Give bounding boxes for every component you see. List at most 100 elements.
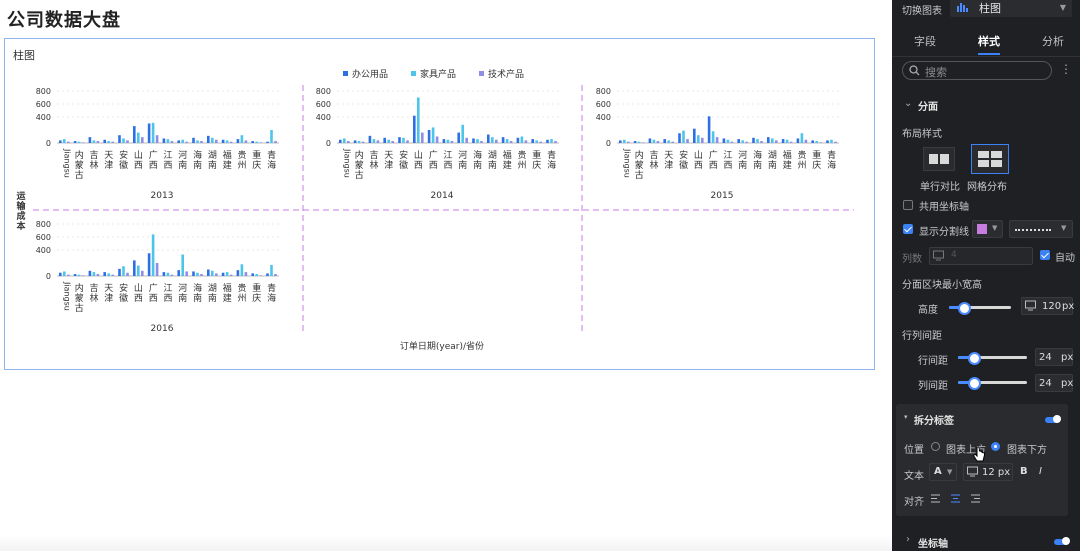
auto-columns-checkbox[interactable] xyxy=(1040,250,1050,260)
search-input[interactable]: 搜索 xyxy=(902,61,1052,80)
x-tick-label: Jiangsu xyxy=(62,148,71,178)
more-options-icon[interactable]: ⋮ xyxy=(1060,62,1072,76)
bar-2014-5-2 xyxy=(421,132,424,143)
bar-2013-9-2 xyxy=(200,141,203,143)
color-swatch xyxy=(977,224,987,234)
chevron-down-icon[interactable]: ⌄ xyxy=(904,98,912,109)
chart-type-select[interactable]: 柱图 ▼ xyxy=(950,0,1072,17)
height-value: 120 xyxy=(1042,301,1062,312)
x-tick-label: 湖南 xyxy=(208,283,217,304)
bar-2015-5-0 xyxy=(693,128,696,143)
split-label-title[interactable]: 拆分标签 xyxy=(914,412,954,427)
bar-2013-1-1 xyxy=(77,141,81,143)
bar-2016-5-0 xyxy=(133,260,136,276)
bold-button[interactable]: B xyxy=(1020,466,1028,477)
dashed-line-icon xyxy=(1015,229,1051,231)
bar-2016-11-1 xyxy=(225,272,229,276)
bar-2014-2-1 xyxy=(372,139,376,143)
italic-button[interactable]: I xyxy=(1039,466,1042,477)
x-tick-label: 贵州 xyxy=(237,149,246,171)
x-tick-label: 广西 xyxy=(149,149,158,171)
bar-2016-4-0 xyxy=(118,268,121,276)
show-divider-checkbox[interactable] xyxy=(903,224,913,234)
bar-2016-12-0 xyxy=(236,270,240,276)
bar-2016-12-1 xyxy=(240,264,244,276)
align-left-icon[interactable] xyxy=(931,494,941,506)
chart-card[interactable]: 柱图 办公用品 家具产品 技术产品运输成本订单日期(year)/省份 0 400 600 8… xyxy=(4,38,875,370)
col-gap-input[interactable]: 24 px xyxy=(1035,374,1073,392)
font-select[interactable]: A ▼ xyxy=(929,463,957,481)
bar-2013-14-1 xyxy=(270,130,273,143)
height-slider-knob[interactable] xyxy=(958,302,971,315)
position-below-radio[interactable] xyxy=(991,442,1000,451)
align-right-icon[interactable] xyxy=(971,494,981,506)
bar-2015-0-0 xyxy=(619,140,622,143)
bar-2015-5-1 xyxy=(697,135,700,143)
bar-2016-10-2 xyxy=(215,273,218,276)
facet-label: 2015 xyxy=(711,191,734,201)
axis-toggle[interactable] xyxy=(1054,537,1070,545)
bar-2013-10-2 xyxy=(215,139,218,143)
row-gap-input[interactable]: 24 px xyxy=(1035,348,1073,366)
font-size-input[interactable]: 12 px xyxy=(963,463,1013,481)
bar-2013-7-1 xyxy=(166,139,170,143)
x-tick-label: 内蒙古 xyxy=(75,282,84,314)
grid-layout-icon xyxy=(978,151,1002,167)
bar-2016-8-0 xyxy=(177,270,180,276)
y-tick-label: 600 xyxy=(36,100,51,109)
bar-2014-2-2 xyxy=(376,140,380,143)
bar-2015-1-1 xyxy=(637,141,641,143)
col-gap-slider-knob[interactable] xyxy=(968,377,981,390)
layout-grid-option[interactable] xyxy=(971,144,1009,174)
bar-2013-3-1 xyxy=(107,141,110,143)
x-tick-label: 河南 xyxy=(178,149,187,171)
x-tick-label: 青海 xyxy=(267,282,276,304)
caret-down-icon[interactable]: ▾ xyxy=(904,413,908,421)
bar-2015-9-0 xyxy=(752,137,755,143)
split-label-toggle[interactable] xyxy=(1045,415,1061,423)
x-tick-label: 吉林 xyxy=(89,150,98,171)
tab-style[interactable]: 样式 xyxy=(978,33,1000,49)
y-tick-label: 800 xyxy=(36,87,51,96)
bar-2013-7-0 xyxy=(162,138,166,143)
tab-fields[interactable]: 字段 xyxy=(914,33,936,49)
monitor-icon xyxy=(1025,300,1036,314)
x-tick-label: 广西 xyxy=(429,149,438,171)
x-tick-label: Jiangsu xyxy=(62,281,71,311)
position-below-label[interactable]: 图表下方 xyxy=(1007,441,1047,456)
x-tick-label: 安徽 xyxy=(119,282,128,304)
y-tick-label: 600 xyxy=(316,100,331,109)
section-facet-title[interactable]: 分面 xyxy=(918,98,938,113)
bar-2015-6-0 xyxy=(707,116,711,143)
bar-2015-4-0 xyxy=(678,133,681,143)
tab-analysis[interactable]: 分析 xyxy=(1042,33,1064,49)
x-tick-label: 广西 xyxy=(149,282,158,304)
bar-2014-5-1 xyxy=(417,97,420,143)
y-tick-label: 600 xyxy=(36,233,51,242)
divider-linestyle-select[interactable]: ▼ xyxy=(1009,220,1073,238)
bar-2016-7-1 xyxy=(166,272,170,276)
bar-2016-13-1 xyxy=(255,274,258,276)
layout-single-row-option[interactable] xyxy=(923,147,955,171)
row-gap-slider-knob[interactable] xyxy=(968,352,981,365)
columns-input[interactable]: 4 xyxy=(929,247,1033,265)
bar-2014-7-2 xyxy=(450,141,454,143)
chevron-right-icon[interactable]: › xyxy=(906,534,910,545)
bar-2016-8-1 xyxy=(181,254,184,276)
axis-section-title[interactable]: 坐标轴 xyxy=(918,535,948,550)
height-input[interactable]: 120 px xyxy=(1021,297,1074,315)
x-tick-label: 青海 xyxy=(267,149,276,171)
bar-2014-0-1 xyxy=(343,138,346,143)
shared-axis-checkbox[interactable] xyxy=(903,200,913,210)
divider-color-picker[interactable]: ▼ xyxy=(972,220,1003,238)
align-center-icon[interactable] xyxy=(951,494,961,506)
x-tick-label: 福建 xyxy=(223,282,232,304)
position-above-radio[interactable] xyxy=(931,442,940,451)
y-tick-label: 800 xyxy=(36,220,51,229)
x-tick-label: 贵州 xyxy=(517,149,526,171)
bar-2014-3-0 xyxy=(383,137,386,143)
bar-2013-2-2 xyxy=(96,141,100,143)
bar-2014-10-1 xyxy=(491,137,494,143)
chevron-down-icon: ▼ xyxy=(1061,224,1067,232)
x-tick-label: 山西 xyxy=(414,150,423,171)
